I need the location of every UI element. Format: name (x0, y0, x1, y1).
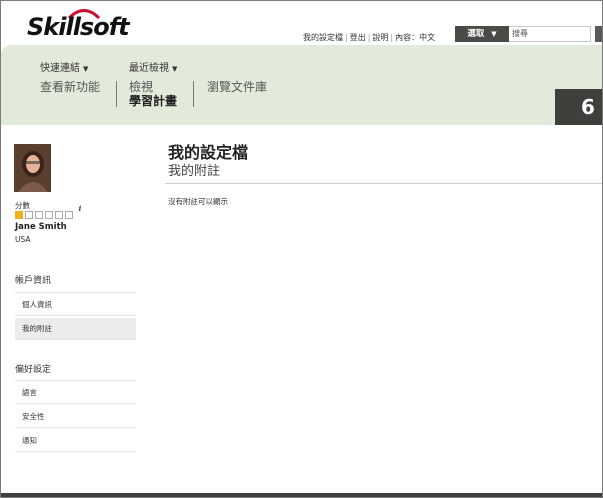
top-bar: Skillsoft 我的設定檔 | 登出 | 說明 | 內容：中文 選取 ▼ 搜尋 (1, 1, 602, 45)
sidebar-item-my-notes[interactable]: 我的附註 (15, 318, 136, 340)
info-icon[interactable]: i (76, 205, 84, 213)
bottom-bar (1, 493, 602, 497)
content-language-link[interactable]: 內容：中文 (395, 33, 435, 42)
search-input[interactable]: 搜尋 (509, 26, 591, 42)
avatar (14, 144, 51, 192)
sidebar-item-personal-info[interactable]: 個人資訊 (15, 294, 136, 316)
select-button-label: 選取 (467, 29, 485, 39)
empty-notes-message: 沒有附註可以顯示 (168, 197, 228, 206)
score-box-empty (25, 211, 33, 219)
score-indicator (15, 211, 75, 219)
section-divider (15, 380, 136, 381)
browse-library-link[interactable]: 瀏覽文件庫 (207, 78, 267, 95)
search-go-button[interactable] (595, 26, 602, 42)
whats-new-link[interactable]: 查看新功能 (40, 78, 100, 95)
logo-text: Skillsoft (27, 13, 130, 41)
score-box-filled (15, 211, 23, 219)
preferences-section-title: 偏好設定 (15, 365, 52, 375)
score-box-empty (45, 211, 53, 219)
user-name: Jane Smith (15, 222, 67, 232)
triangle-down-icon: ▼ (491, 30, 497, 38)
sidebar-item-security[interactable]: 安全性 (15, 406, 136, 428)
user-country: USA (15, 235, 31, 244)
dark-side-tab[interactable]: 6 (555, 89, 602, 125)
account-section-title: 帳戶資訊 (15, 276, 52, 286)
logout-link[interactable]: 登出 (350, 33, 366, 42)
nav-band: 快速連結 ▼ 最近檢視 ▼ 查看新功能 檢視 學習計畫 瀏覽文件庫 (1, 45, 602, 125)
page-subtitle: 我的附註 (168, 164, 221, 179)
score-label: 分數 (15, 201, 30, 210)
learning-plan-link[interactable]: 學習計畫 (129, 92, 177, 109)
top-links: 我的設定檔 | 登出 | 說明 | 內容：中文 (303, 32, 435, 43)
my-profile-link[interactable]: 我的設定檔 (303, 33, 343, 42)
triangle-down-icon: ▼ (83, 65, 89, 73)
score-box-empty (35, 211, 43, 219)
sidebar-item-notifications[interactable]: 通知 (15, 430, 136, 452)
quick-links-label: 快速連結 (40, 63, 80, 74)
recent-views-dropdown[interactable]: 最近檢視 ▼ (129, 59, 177, 74)
person-photo-icon (14, 144, 51, 192)
section-divider (15, 292, 136, 293)
sidebar-item-language[interactable]: 語言 (15, 382, 136, 404)
quick-links-dropdown[interactable]: 快速連結 ▼ (40, 59, 88, 74)
score-box-empty (65, 211, 73, 219)
search-placeholder: 搜尋 (512, 29, 528, 38)
nav-divider (116, 81, 117, 107)
recent-views-label: 最近檢視 (129, 63, 169, 74)
link-separator: | (345, 33, 348, 42)
score-box-empty (55, 211, 63, 219)
select-button[interactable]: 選取 ▼ (455, 26, 509, 42)
nav-divider (193, 81, 194, 107)
app-window: Skillsoft 我的設定檔 | 登出 | 說明 | 內容：中文 選取 ▼ 搜尋 快速連結… (0, 0, 603, 498)
title-divider (165, 183, 602, 184)
help-link[interactable]: 說明 (372, 33, 388, 42)
triangle-down-icon: ▼ (172, 65, 178, 73)
main-content: 分數 i Jane Smith USA 帳戶資訊 個人資訊 我的附註 偏好設定 … (1, 125, 602, 493)
tab-number: 6 (581, 95, 595, 119)
